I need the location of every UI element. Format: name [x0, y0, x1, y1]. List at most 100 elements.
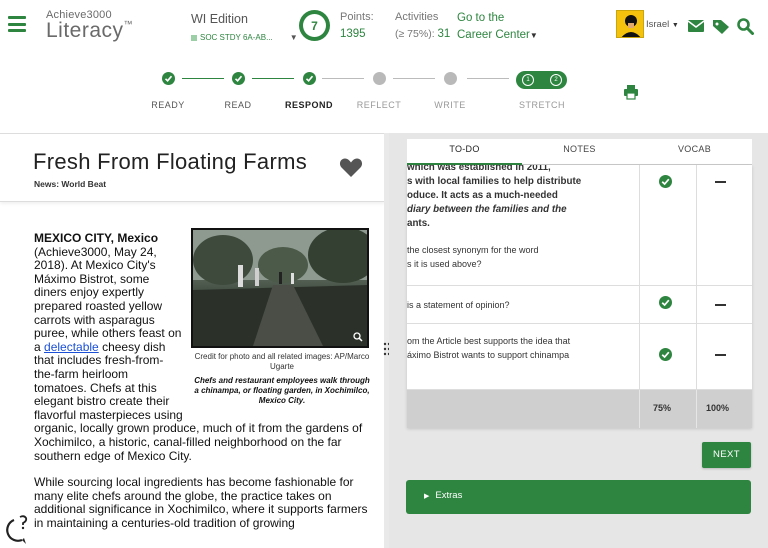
article-photo[interactable]	[191, 228, 369, 348]
col-divider	[696, 286, 697, 323]
stretch-pill[interactable]: 1 2	[516, 71, 567, 89]
step-reflect[interactable]: REFLECT	[344, 62, 414, 110]
article-body: Credit for photo and all related images:…	[34, 228, 370, 530]
caret-right-icon: ▶	[424, 493, 430, 500]
col-divider	[696, 390, 697, 428]
next-button[interactable]: NEXT	[702, 442, 751, 468]
q3-line: om the Article best supports the idea th…	[407, 336, 571, 346]
q1-line: which was established in 2011,	[407, 165, 551, 173]
q1-line: diary between the families and the	[407, 204, 567, 215]
tab-notes[interactable]: NOTES	[522, 139, 637, 165]
col-divider	[639, 390, 640, 428]
search-icon[interactable]	[736, 17, 754, 35]
points-label: Points:	[340, 11, 374, 23]
question-text: is a statement of opinion?	[407, 300, 510, 310]
article-category: News: World Beat	[34, 179, 107, 189]
step-dot	[372, 72, 386, 85]
dash-icon	[715, 181, 726, 183]
col-divider	[639, 324, 640, 389]
score-footer: 75% 100%	[407, 390, 752, 428]
step-label: REFLECT	[356, 100, 402, 110]
col-divider	[639, 286, 640, 323]
heart-icon[interactable]	[339, 156, 363, 178]
question-text: which was established in 2011, s with lo…	[407, 165, 639, 271]
article-pane: Fresh From Floating Farms News: World Be…	[0, 133, 385, 548]
step-label: READ	[224, 100, 252, 110]
question-table: which was established in 2011, s with lo…	[407, 165, 752, 428]
best-score: 100%	[706, 403, 730, 413]
extras-accordion[interactable]: ▶ Extras	[406, 480, 751, 514]
step-label: RESPOND	[284, 100, 333, 110]
article-header: Fresh From Floating Farms News: World Be…	[0, 134, 385, 202]
step-label: READY	[151, 100, 185, 110]
class-selector[interactable]: SOC STDY 6A-AB... ▼	[191, 33, 298, 42]
check-circle-icon	[659, 296, 672, 309]
stretch-sub-2[interactable]: 2	[550, 74, 562, 86]
step-label: STRETCH	[519, 100, 565, 110]
chevron-down-icon: ▼	[289, 33, 298, 42]
career-link-line2: Career Center	[457, 29, 530, 41]
q1-line: s with local families to help distribute	[407, 176, 582, 187]
level-number: 7	[303, 14, 326, 37]
avatar-silhouette-icon	[617, 11, 643, 37]
question-row-1[interactable]: which was established in 2011, s with lo…	[407, 165, 752, 286]
activity-tabs: TO-DO NOTES VOCAB	[407, 139, 752, 165]
q1-line: ants.	[407, 218, 430, 229]
tab-todo[interactable]: TO-DO	[407, 139, 522, 165]
text-to-speech-icon[interactable]	[2, 514, 32, 546]
menu-icon[interactable]	[8, 16, 26, 32]
step-respond[interactable]: RESPOND	[274, 62, 344, 110]
class-color-swatch	[191, 34, 197, 41]
activities-count: (≥ 75%): 31	[395, 28, 450, 40]
career-center-link[interactable]: Go to the Career Center▼	[457, 10, 538, 44]
tab-vocab[interactable]: VOCAB	[637, 139, 752, 165]
dash-icon	[715, 304, 726, 306]
step-read[interactable]: READ	[203, 62, 273, 110]
career-link-line1: Go to the	[457, 12, 505, 24]
user-avatar[interactable]	[616, 10, 644, 38]
activity-steps: READY READ RESPOND REFLECT WRITE STRETCH	[0, 62, 768, 122]
user-name: Israel	[646, 19, 670, 30]
achieve3000-logo[interactable]: Achieve3000 Literacy™	[46, 9, 142, 45]
article-paragraph-2: While sourcing local ingredients has bec…	[34, 475, 368, 530]
col-divider	[639, 165, 640, 285]
step-write[interactable]: WRITE	[415, 62, 485, 110]
check-icon	[302, 72, 316, 85]
tag-icon[interactable]	[712, 17, 730, 35]
lexile-level-badge: 7	[299, 10, 330, 41]
logo-main-text: Literacy™	[46, 19, 142, 43]
print-icon[interactable]	[623, 84, 639, 100]
edition-title: WI Edition	[191, 12, 248, 26]
chevron-down-icon: ▼	[529, 31, 538, 40]
dash-icon	[715, 354, 726, 356]
check-circle-icon	[659, 348, 672, 361]
photo-credit: Credit for photo and all related images:…	[194, 352, 370, 371]
first-try-score: 75%	[653, 403, 672, 413]
activities-prefix: (≥ 75%):	[395, 28, 435, 40]
mail-icon[interactable]	[687, 17, 705, 35]
article-figure: Credit for photo and all related images:…	[191, 228, 373, 406]
question-row-3[interactable]: om the Article best supports the idea th…	[407, 324, 752, 390]
points-value: 1395	[340, 28, 366, 40]
photo-scene	[193, 230, 367, 346]
article-title: Fresh From Floating Farms	[33, 149, 307, 174]
vocab-link-delectable[interactable]: delectable	[44, 340, 99, 354]
photo-caption: Chefs and restaurant employees walk thro…	[194, 376, 370, 405]
top-header: Achieve3000 Literacy™ WI Edition SOC STD…	[0, 0, 768, 52]
q1-line: oduce. It acts as a much-needed	[407, 190, 558, 201]
step-ready[interactable]: READY	[133, 62, 203, 110]
activities-value: 31	[437, 28, 451, 40]
question-row-2[interactable]: is a statement of opinion?	[407, 286, 752, 324]
step-label: WRITE	[434, 100, 466, 110]
logo-main-word: Literacy	[46, 19, 124, 42]
user-menu[interactable]: Israel ▼	[646, 19, 679, 30]
stretch-sub-1[interactable]: 1	[522, 74, 534, 86]
app-root: Achieve3000 Literacy™ WI Edition SOC STD…	[0, 0, 768, 548]
activity-pane: TO-DO NOTES VOCAB which was established …	[389, 133, 768, 548]
check-icon	[161, 72, 175, 85]
zoom-icon[interactable]	[353, 332, 363, 342]
article-text: (Achieve3000, May 24, 2018). At Mexico C…	[34, 244, 182, 354]
chevron-down-icon: ▼	[671, 22, 679, 29]
class-name: SOC STDY 6A-AB...	[200, 33, 273, 42]
question-text: om the Article best supports the idea th…	[407, 334, 639, 362]
